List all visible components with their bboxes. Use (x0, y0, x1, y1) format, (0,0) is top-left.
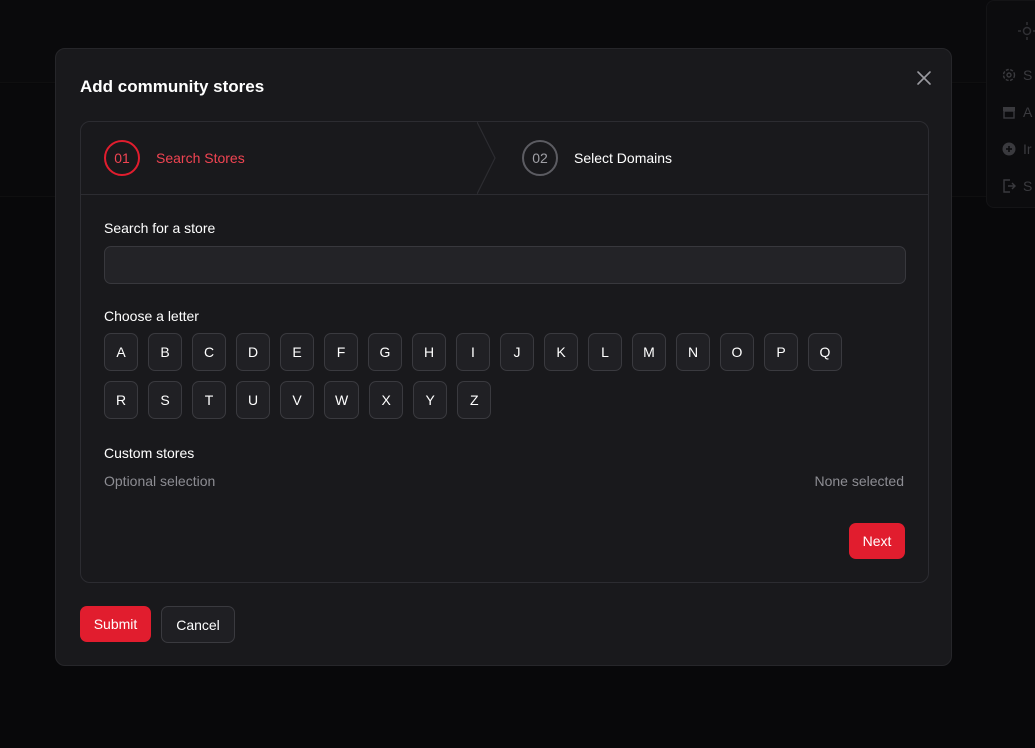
modal-title: Add community stores (80, 77, 265, 96)
letter-button-k[interactable]: K (544, 333, 578, 371)
cancel-button[interactable]: Cancel (161, 606, 235, 643)
custom-stores-status: None selected (814, 473, 904, 489)
submit-button[interactable]: Submit (80, 606, 151, 642)
step-number: 02 (522, 140, 558, 176)
letter-button-c[interactable]: C (192, 333, 226, 371)
letter-button-g[interactable]: G (368, 333, 402, 371)
letter-button-p[interactable]: P (764, 333, 798, 371)
search-label: Search for a store (104, 220, 216, 236)
stepper-card: 01 Search Stores 02 Select Domains Searc… (80, 121, 929, 583)
step-label: Search Stores (156, 150, 245, 166)
letter-button-z[interactable]: Z (457, 381, 492, 419)
letter-button-v[interactable]: V (280, 381, 314, 419)
custom-stores-sublabel: Optional selection (104, 473, 216, 489)
stepper: 01 Search Stores 02 Select Domains (81, 122, 928, 195)
search-input[interactable] (104, 246, 906, 284)
next-button[interactable]: Next (849, 523, 905, 559)
close-icon (917, 71, 931, 85)
letter-button-l[interactable]: L (588, 333, 622, 371)
step-number: 01 (104, 140, 140, 176)
letter-button-w[interactable]: W (324, 381, 360, 419)
step-label: Select Domains (574, 150, 673, 166)
step-select-domains[interactable]: 02 Select Domains (522, 122, 672, 194)
letter-button-i[interactable]: I (456, 333, 490, 371)
letter-button-m[interactable]: M (632, 333, 666, 371)
close-button[interactable] (914, 68, 934, 88)
letter-button-a[interactable]: A (104, 333, 138, 371)
letter-picker: ABCDEFGHIJKLMNOPQ RSTUVWXYZ (104, 333, 884, 429)
custom-stores-label: Custom stores (104, 445, 195, 461)
step-divider (477, 122, 496, 194)
letter-button-r[interactable]: R (104, 381, 138, 419)
letter-row: RSTUVWXYZ (104, 381, 884, 419)
letter-button-x[interactable]: X (369, 381, 404, 419)
letter-row: ABCDEFGHIJKLMNOPQ (104, 333, 884, 371)
step-search-stores[interactable]: 01 Search Stores (104, 122, 245, 194)
letter-button-f[interactable]: F (324, 333, 358, 371)
letter-button-s[interactable]: S (148, 381, 182, 419)
letter-button-q[interactable]: Q (808, 333, 842, 371)
letter-button-b[interactable]: B (148, 333, 182, 371)
letter-button-d[interactable]: D (236, 333, 270, 371)
letter-button-h[interactable]: H (412, 333, 446, 371)
letter-button-y[interactable]: Y (413, 381, 448, 419)
letter-button-u[interactable]: U (236, 381, 270, 419)
letter-button-t[interactable]: T (192, 381, 226, 419)
letter-label: Choose a letter (104, 308, 199, 324)
letter-button-e[interactable]: E (280, 333, 314, 371)
letter-button-j[interactable]: J (500, 333, 534, 371)
letter-button-n[interactable]: N (676, 333, 710, 371)
letter-button-o[interactable]: O (720, 333, 754, 371)
add-community-stores-dialog: Add community stores 01 Search Stores 02… (55, 48, 952, 666)
